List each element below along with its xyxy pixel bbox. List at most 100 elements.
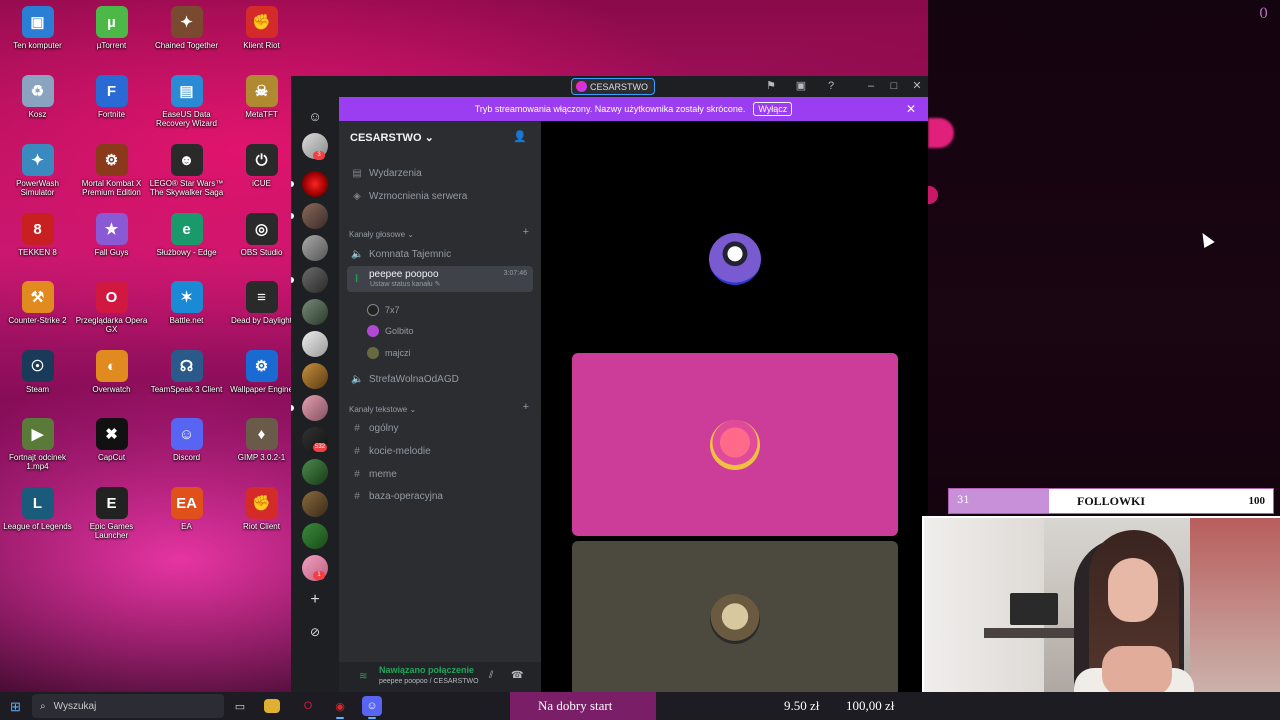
desktop-icon[interactable]: ◐ Overwatch [74,344,149,394]
close-banner-icon[interactable]: ✕ [906,102,916,116]
desktop-icon[interactable]: ★ Fall Guys [74,207,149,257]
participant-tile[interactable] [572,179,898,339]
desktop-icon[interactable]: ⚙ Mortal Kombat X Premium Edition [74,138,149,197]
invite-icon[interactable]: 👤 [513,130,527,143]
desktop-icon[interactable]: ▤ EaseUS Data Recovery Wizard [149,69,224,128]
server-icon[interactable] [302,299,328,325]
desktop-icon[interactable]: µ µTorrent [74,0,149,50]
discord-taskbar-icon[interactable]: ☺ [362,696,382,719]
maximize-icon[interactable]: □ [888,80,900,92]
desktop-icon[interactable]: ◎ OBS Studio [224,207,299,257]
desktop-icon[interactable]: ✊ Riot Client [224,481,299,531]
participant-tile[interactable] [572,541,898,696]
explore-icon[interactable]: ⊘ [302,619,328,645]
voice-user[interactable]: Golbito [367,325,414,337]
server-pill[interactable]: CESARSTWO [571,78,656,95]
desktop-icon-label: Kosz [28,110,47,119]
desktop-icon[interactable]: ♦ GIMP 3.0.2-1 [224,412,299,462]
desktop-icon[interactable]: ✊ Klient Riot [224,0,299,50]
connection-status[interactable]: Nawiązano połączenie [379,665,474,675]
file-explorer-icon[interactable] [264,699,280,713]
disable-streamer-mode-button[interactable]: Wyłącz [753,102,793,116]
add-text-channel-icon[interactable]: + [523,401,529,413]
desktop-icon[interactable]: ⚙ Wallpaper Engine [224,344,299,394]
server-icon[interactable] [302,523,328,549]
screen-icon[interactable]: ▣ [795,80,807,92]
desktop-icon[interactable]: ☻ LEGO® Star Wars™ The Skywalker Saga [149,138,224,197]
desktop-icon[interactable]: O Przeglądarka Opera GX [74,275,149,334]
desktop-icon[interactable]: ☊ TeamSpeak 3 Client [149,344,224,394]
disconnect-icon[interactable]: ☎ [511,670,523,681]
user-avatar [367,325,379,337]
desktop-icon[interactable]: ⚒ Counter-Strike 2 [0,275,75,325]
unread-pip [291,277,294,283]
desktop-icon[interactable]: ☉ Steam [0,344,75,394]
desktop-icon[interactable]: ≡ Dead by Daylight [224,275,299,325]
windows-start-icon[interactable]: ⊞ [10,699,21,715]
server-icon[interactable] [302,331,328,357]
voice-user[interactable]: majczi [367,347,411,359]
desktop-icon[interactable]: ♻ Kosz [0,69,75,119]
text-category[interactable]: Kanały tekstowe ⌄ [349,405,416,414]
server-icon[interactable] [302,459,328,485]
server-icon[interactable] [302,395,328,421]
noise-suppression-icon[interactable]: ⫽ [489,670,493,681]
help-icon[interactable]: ? [825,80,837,92]
text-channel[interactable]: # meme [347,464,533,484]
minimize-icon[interactable]: – [865,80,877,92]
text-channel[interactable]: # ogólny [347,418,533,438]
add-voice-channel-icon[interactable]: + [523,226,529,238]
server-icon[interactable] [302,235,328,261]
channel-status-link[interactable]: Ustaw status kanału ✎ [370,280,440,288]
server-name-header[interactable]: CESARSTWO ⌄ [350,131,434,144]
desktop-icon[interactable]: ✦ Chained Together [149,0,224,50]
desktop-icon[interactable]: EA EA [149,481,224,531]
desktop-icon[interactable]: F Fortnite [74,69,149,119]
server-icon[interactable] [302,203,328,229]
desktop-icon[interactable]: E Epic Games Launcher [74,481,149,540]
text-channel[interactable]: # kocie-melodie [347,441,533,461]
desktop-icon[interactable]: 8 TEKKEN 8 [0,207,75,257]
voice-category[interactable]: Kanały głosowe ⌄ [349,230,414,239]
chained-together-icon: ✦ [170,6,203,38]
server-icon[interactable] [302,171,328,197]
flag-icon[interactable]: ⚑ [765,80,777,92]
participant-tile[interactable] [572,353,898,536]
desktop-icon[interactable]: e Służbowy - Edge [149,207,224,257]
desktop-icon[interactable]: ☺ Discord [149,412,224,462]
server-rail: ☺ 3 532 1 + ⊘ [291,97,339,692]
desktop-icon[interactable]: ▣ Ten komputer [0,0,75,50]
voice-stage [541,121,928,696]
close-window-icon[interactable]: ✕ [911,80,923,92]
follower-goal-target: 100 [1248,495,1266,507]
desktop-icon[interactable]: ☠ MetaTFT [224,69,299,119]
server-icon[interactable] [302,491,328,517]
add-server-icon[interactable]: + [302,587,328,613]
nav-boosts[interactable]: ◈ Wzmocnienia serwera [347,186,533,206]
desktop-icon[interactable]: ✖ CapCut [74,412,149,462]
fortnite-icon: F [95,75,128,107]
steam-icon: ☉ [21,350,54,382]
nav-events[interactable]: ▤ Wydarzenia [347,163,533,183]
voice-channel[interactable]: 🔈 StrefaWolnaOdAGD [347,369,533,389]
notification-badge: 3 [313,151,325,160]
server-icon[interactable] [302,267,328,293]
discord-home-icon[interactable]: ☺ [302,103,328,129]
desktop-icon[interactable]: ✦ PowerWash Simulator [0,138,75,197]
task-view-icon[interactable]: ▭ [230,696,250,716]
desktop-icon[interactable]: ▶ Fortnajt odcinek 1.mp4 [0,412,75,471]
voice-channel-active[interactable]: 𝄃 peepee poopoo 3:07:46 Ustaw status kan… [347,266,533,292]
opera-gx-taskbar-icon[interactable]: O [298,696,318,716]
taskbar-search[interactable]: ⌕ Wyszukaj [32,694,224,718]
voice-channel[interactable]: 🔈 Komnata Tajemnic [347,244,533,264]
text-channel[interactable]: # baza-operacyjna [347,486,533,506]
obs-taskbar-icon[interactable]: ◉ [330,696,350,719]
voice-user[interactable]: 7x7 [367,304,400,316]
desktop-icon[interactable]: ✶ Battle.net [149,275,224,325]
video-file-icon: ▶ [21,418,54,450]
unread-pip [291,213,294,219]
desktop-icon[interactable]: ⏻ iCUE [224,138,299,188]
server-icon[interactable] [302,363,328,389]
desktop-icon[interactable]: L League of Legends [0,481,75,531]
gimp-icon: ♦ [245,418,278,450]
